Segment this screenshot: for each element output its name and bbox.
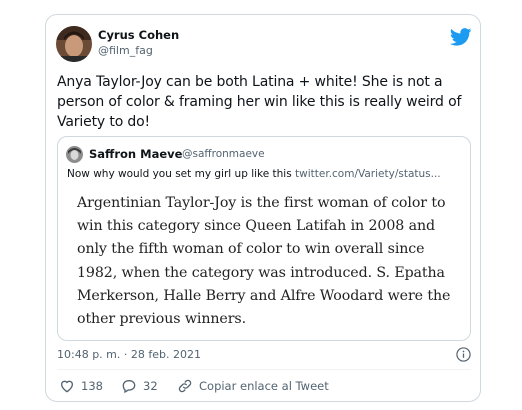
embedded-tweet-card[interactable]: Cyrus Cohen @film_fag Anya Taylor-Joy ca… — [45, 14, 481, 402]
quoted-tweet[interactable]: Saffron Maeve @saffronmaeve Now why woul… — [57, 136, 471, 341]
info-icon[interactable] — [456, 347, 471, 362]
like-button[interactable]: 138 — [59, 377, 103, 395]
tweet-timestamp[interactable]: 10:48 p. m. · 28 feb. 2021 — [57, 348, 201, 361]
quoted-author-handle[interactable]: @saffronmaeve — [182, 148, 265, 160]
reply-button[interactable]: 32 — [121, 377, 158, 395]
author-handle[interactable]: @film_fag — [98, 44, 153, 57]
quoted-author-avatar[interactable] — [66, 146, 83, 163]
reply-count: 32 — [143, 379, 158, 393]
copy-link-label: Copiar enlace al Tweet — [199, 379, 329, 393]
quoted-tweet-text: Now why would you set my girl up like th… — [67, 168, 467, 180]
link-icon — [178, 379, 192, 393]
twitter-bird-icon[interactable] — [449, 28, 472, 46]
author-name[interactable]: Cyrus Cohen — [98, 28, 179, 42]
divider — [57, 369, 471, 370]
quoted-link[interactable]: twitter.com/Variety/status... — [295, 168, 441, 180]
heart-icon — [60, 380, 74, 393]
copy-link-button[interactable]: Copiar enlace al Tweet — [177, 377, 329, 395]
like-count: 138 — [81, 379, 103, 393]
quoted-author-name[interactable]: Saffron Maeve — [89, 147, 182, 161]
reply-icon — [122, 380, 136, 394]
quoted-text: Now why would you set my girl up like th… — [67, 168, 296, 180]
author-avatar[interactable] — [56, 26, 92, 62]
quoted-article-image: Argentinian Taylor-Joy is the first woma… — [77, 195, 451, 328]
tweet-text: Anya Taylor-Joy can be both Latina + whi… — [57, 74, 462, 130]
